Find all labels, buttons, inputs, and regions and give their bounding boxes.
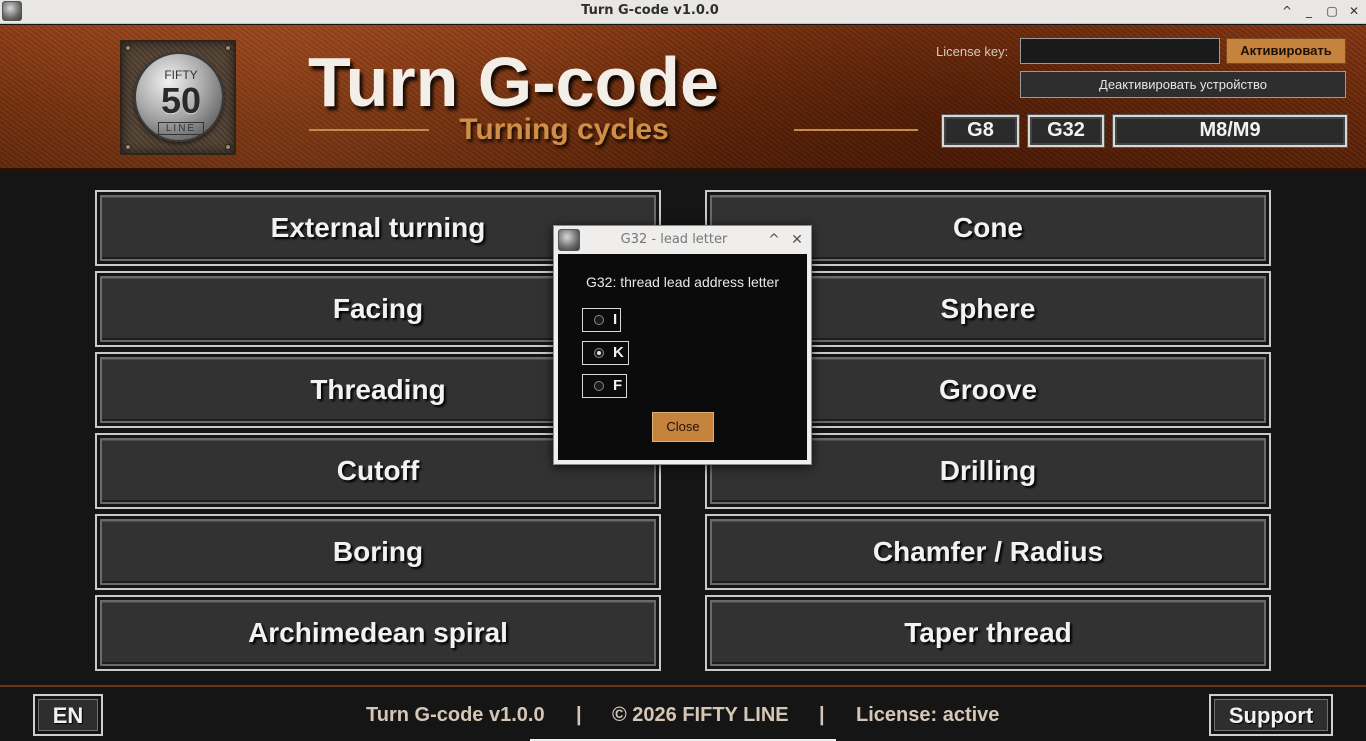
bolt-icon	[225, 144, 231, 150]
radio-label: K	[613, 344, 624, 361]
radio-label: I	[613, 311, 618, 328]
footer: EN Turn G-code v1.0.0 | © 2026 FIFTY LIN…	[0, 685, 1366, 741]
restore-icon[interactable]: ^	[1278, 2, 1296, 20]
dialog-close-icon[interactable]: ✕	[789, 231, 805, 249]
bolt-icon	[225, 45, 231, 51]
window-titlebar: Turn G-code v1.0.0 ^ _ ▢ ✕	[0, 0, 1366, 24]
activate-button[interactable]: Активировать	[1226, 38, 1346, 64]
logo-number: 50	[160, 80, 202, 121]
footer-separator: |	[819, 704, 825, 726]
maximize-icon[interactable]: ▢	[1323, 2, 1341, 20]
footer-separator: |	[576, 704, 582, 726]
dialog-message: G32: thread lead address letter	[585, 274, 779, 290]
dialog-titlebar[interactable]: G32 - lead letter ^ ✕	[554, 226, 811, 254]
cycle-button-chamfer-radius[interactable]: Chamfer / Radius	[705, 514, 1271, 590]
app-window: Turn G-code v1.0.0 ^ _ ▢ ✕ FIFTY 50 LINE…	[0, 0, 1366, 741]
app-coin-icon	[558, 229, 580, 251]
license-key-label: License key:	[936, 44, 1009, 59]
radio-option-k[interactable]: K	[582, 341, 629, 365]
subtitle-rule-left	[309, 129, 429, 131]
app-subtitle: Turning cycles	[459, 113, 669, 146]
dialog-close-button[interactable]: Close	[652, 412, 714, 442]
footer-version: Turn G-code v1.0.0	[366, 704, 545, 726]
subtitle-rule-right	[794, 129, 918, 131]
mode-button-g8[interactable]: G8	[941, 114, 1020, 148]
dialog-title: G32 - lead letter	[620, 232, 728, 247]
minimize-icon[interactable]: _	[1300, 2, 1318, 20]
cycle-button-archimedean-spiral[interactable]: Archimedean spiral	[95, 595, 661, 671]
brand-logo: FIFTY 50 LINE	[120, 40, 236, 155]
mode-button-m8-m9[interactable]: M8/M9	[1112, 114, 1348, 148]
bolt-icon	[125, 144, 131, 150]
window-title: Turn G-code v1.0.0	[581, 3, 719, 18]
radio-label: F	[613, 377, 623, 394]
cycle-button-boring[interactable]: Boring	[95, 514, 661, 590]
header: FIFTY 50 LINE Turn G-code Turning cycles…	[0, 25, 1366, 171]
bolt-icon	[125, 45, 131, 51]
lead-letter-dialog: G32 - lead letter ^ ✕ G32: thread lead a…	[553, 225, 812, 465]
dialog-body: G32: thread lead address letter I K F Cl…	[558, 254, 807, 460]
logo-bottom-text: LINE	[158, 122, 204, 135]
deactivate-device-button[interactable]: Деактивировать устройство	[1020, 71, 1346, 98]
coin-icon: FIFTY 50 LINE	[134, 52, 224, 142]
license-key-input[interactable]	[1020, 38, 1220, 64]
radio-indicator	[594, 381, 604, 391]
support-button[interactable]: Support	[1209, 694, 1333, 736]
footer-copyright: © 2026 FIFTY LINE	[612, 704, 789, 726]
app-title: Turn G-code	[308, 43, 719, 121]
radio-indicator-selected	[594, 348, 604, 358]
radio-indicator	[594, 315, 604, 325]
dialog-roll-icon[interactable]: ^	[766, 231, 782, 249]
close-window-icon[interactable]: ✕	[1345, 2, 1363, 20]
radio-option-f[interactable]: F	[582, 374, 627, 398]
radio-option-i[interactable]: I	[582, 308, 621, 332]
mode-button-g32[interactable]: G32	[1027, 114, 1105, 148]
cycle-button-taper-thread[interactable]: Taper thread	[705, 595, 1271, 671]
footer-license-status: License: active	[856, 704, 1000, 726]
language-button[interactable]: EN	[33, 694, 103, 736]
